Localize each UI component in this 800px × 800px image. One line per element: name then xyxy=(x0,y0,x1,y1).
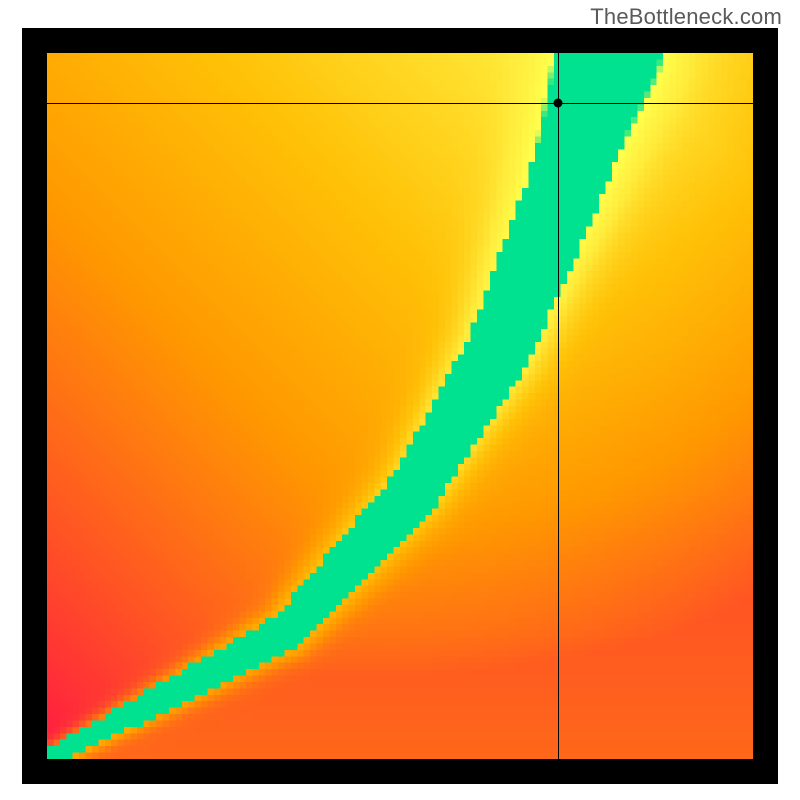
heatmap-canvas xyxy=(47,53,753,759)
watermark-text: TheBottleneck.com xyxy=(590,4,782,30)
plot-area xyxy=(47,53,753,759)
plot-border xyxy=(22,28,778,784)
